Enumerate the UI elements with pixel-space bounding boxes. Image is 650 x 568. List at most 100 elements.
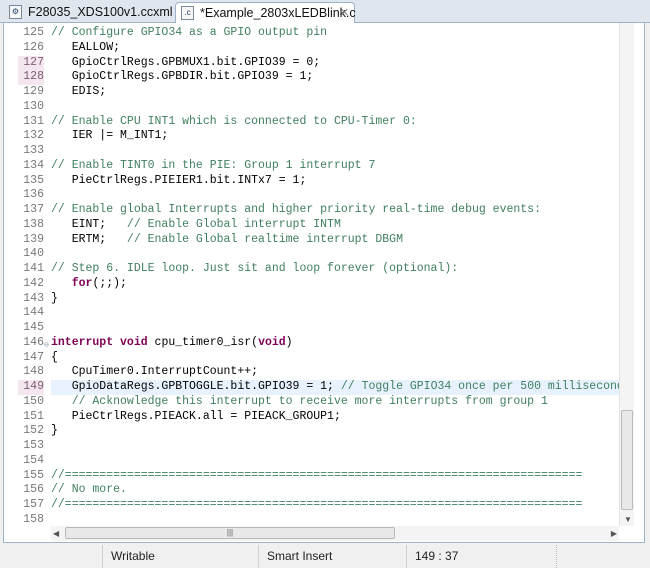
code-line[interactable]: 157 //===================================… <box>4 498 619 513</box>
vertical-scroll-thumb[interactable] <box>621 410 633 510</box>
code-line[interactable]: 150 // Acknowledge this interrupt to rec… <box>4 395 619 410</box>
line-text: GpioCtrlRegs.GPBDIR.bit.GPIO39 = 1; <box>51 70 314 85</box>
target-config-icon: ⚙ <box>9 5 22 19</box>
code-token: GpioDataRegs.GPBTOGGLE.bit.GPIO39 = 1; <box>51 380 341 393</box>
line-text: ERTM; // Enable Global realtime interrup… <box>51 233 403 248</box>
code-line[interactable]: 152} <box>4 424 619 439</box>
horizontal-scroll-thumb[interactable]: ||| <box>65 527 395 539</box>
comment: // Enable TINT0 in the PIE: Group 1 inte… <box>51 158 376 172</box>
code-line[interactable]: 133 <box>4 144 619 159</box>
line-number: 132 <box>23 129 44 143</box>
line-number: 147 <box>23 350 44 364</box>
code-line[interactable]: 141 // Step 6. IDLE loop. Just sit and lo… <box>4 262 619 277</box>
line-text: interrupt void cpu_timer0_isr(void) <box>51 336 293 351</box>
line-number: 158 <box>23 512 44 526</box>
keyword: for <box>71 276 93 290</box>
code-line[interactable]: 143} <box>4 292 619 307</box>
line-number: 154 <box>23 453 44 467</box>
code-line[interactable]: 145 <box>4 321 619 336</box>
line-text: } <box>51 292 58 307</box>
tab-ccxml[interactable]: ⚙ F28035_XDS100v1.ccxml <box>4 2 173 23</box>
line-text: PieCtrlRegs.PIEIER1.bit.INTx7 = 1; <box>51 174 307 189</box>
line-text: // Enable global Interrupts and higher p… <box>51 203 541 218</box>
code-line[interactable]: 126 EALLOW; <box>4 41 619 56</box>
line-number: 140 <box>23 247 44 261</box>
line-number: 152 <box>23 424 44 438</box>
comment: // No more. <box>51 483 127 497</box>
line-text: for(;;); <box>51 277 127 292</box>
line-text: EALLOW; <box>51 41 120 56</box>
code-line[interactable]: 158 <box>4 513 619 526</box>
code-line[interactable]: 139 ERTM; // Enable Global realtime inte… <box>4 233 619 248</box>
scroll-right-icon[interactable]: ▶ <box>611 529 617 538</box>
line-number: 141 <box>23 262 44 275</box>
code-line[interactable]: 140 <box>4 247 619 262</box>
code-line[interactable]: 151 PieCtrlRegs.PIEACK.all = PIEACK_GROU… <box>4 410 619 425</box>
comment: // Enable CPU INT1 which is connected to… <box>51 114 417 128</box>
code-line[interactable]: 132 IER |= M_INT1; <box>4 129 619 144</box>
code-line[interactable]: 155 //===================================… <box>4 469 619 484</box>
code-line[interactable]: 147 { <box>4 351 619 366</box>
status-insert-mode: Smart Insert <box>258 545 406 568</box>
code-token: ) <box>285 335 293 349</box>
line-number: 133 <box>23 144 44 157</box>
line-text: // Acknowledge this interrupt to receive… <box>51 395 548 410</box>
code-token: { <box>51 350 58 364</box>
code-token: } <box>51 424 58 438</box>
line-number: 151 <box>23 409 44 423</box>
line-number: 148 <box>23 365 44 379</box>
code-line[interactable]: 125 // Configure GPIO34 as a GPIO output … <box>4 26 619 41</box>
code-line[interactable]: 148 CpuTimer0.InterruptCount++; <box>4 365 619 380</box>
line-number: 153 <box>23 439 44 452</box>
comment: // Configure GPIO34 as a GPIO output pin <box>51 26 328 39</box>
code-line[interactable]: 134 // Enable TINT0 in the PIE: Group 1 i… <box>4 159 619 174</box>
line-text: PieCtrlRegs.PIEACK.all = PIEACK_GROUP1; <box>51 410 341 425</box>
tab-c-file[interactable]: .c *Example_2803xLEDBlink.c ✕ <box>175 2 356 23</box>
tab-label: *Example_2803xLEDBlink.c <box>200 6 356 20</box>
horizontal-scrollbar[interactable]: ◀ ||| ▶ <box>51 526 619 541</box>
scroll-down-icon[interactable]: ▼ <box>624 515 632 524</box>
line-number: 155 <box>23 468 44 482</box>
tab-label: F28035_XDS100v1.ccxml <box>28 5 173 19</box>
close-icon[interactable]: ✕ <box>340 3 349 23</box>
code-line[interactable]: 156 // No more. <box>4 483 619 498</box>
code-line[interactable]: 127 GpioCtrlRegs.GPBMUX1.bit.GPIO39 = 0; <box>4 55 619 71</box>
code-line[interactable]: 144 <box>4 306 619 321</box>
code-line[interactable]: 131 // Enable CPU INT1 which is connected… <box>4 115 619 130</box>
scroll-left-icon[interactable]: ◀ <box>53 529 59 538</box>
editor-tabs: ⚙ F28035_XDS100v1.ccxml .c *Example_2803xL… <box>0 0 650 23</box>
line-number: 142 <box>23 276 44 290</box>
code-token: GpioCtrlRegs.GPBDIR.bit.GPIO39 = 1; <box>51 70 314 84</box>
code-line[interactable]: 129 EDIS; <box>4 85 619 100</box>
code-line[interactable]: 153 <box>4 439 619 454</box>
comment: // Enable global Interrupts and higher p… <box>51 203 541 216</box>
code-line[interactable]: 136 <box>4 188 619 203</box>
code-token: EINT; <box>51 217 127 231</box>
code-line[interactable]: 149 GpioDataRegs.GPBTOGGLE.bit.GPIO39 = … <box>4 380 619 395</box>
line-number: 130 <box>23 99 44 113</box>
code-line[interactable]: 146 ⊖ interrupt void cpu_timer0_isr(void) <box>4 336 619 351</box>
code-line[interactable]: 154 <box>4 454 619 469</box>
code-editor[interactable]: 125 // Configure GPIO34 as a GPIO output … <box>3 23 645 543</box>
line-text: // Step 6. IDLE loop. Just sit and loop … <box>51 262 458 277</box>
line-text: // Enable CPU INT1 which is connected to… <box>51 115 417 130</box>
code-line[interactable]: 130 <box>4 100 619 115</box>
code-token: (;;); <box>92 276 127 290</box>
code-line[interactable]: 142 for(;;); <box>4 277 619 292</box>
code-line[interactable]: 135 PieCtrlRegs.PIEIER1.bit.INTx7 = 1; <box>4 174 619 189</box>
comment: // Acknowledge this interrupt to receive… <box>51 394 548 408</box>
code-line[interactable]: 128 GpioCtrlRegs.GPBDIR.bit.GPIO39 = 1; <box>4 70 619 86</box>
code-line[interactable]: 138 EINT; // Enable Global interrupt INT… <box>4 218 619 233</box>
comment: // Enable Global realtime interrupt DBGM <box>126 232 403 246</box>
line-text: // Configure GPIO34 as a GPIO output pin <box>51 26 327 41</box>
vertical-scrollbar[interactable]: ▼ <box>619 23 634 526</box>
code-area[interactable]: 125 // Configure GPIO34 as a GPIO output … <box>4 26 619 526</box>
line-number: 128 <box>18 70 44 86</box>
line-text: GpioDataRegs.GPBTOGGLE.bit.GPIO39 = 1; /… <box>51 380 619 395</box>
line-number: 145 <box>23 321 44 334</box>
code-line[interactable]: 137 // Enable global Interrupts and highe… <box>4 203 619 218</box>
line-text: { <box>51 351 58 366</box>
comment: //======================================… <box>51 498 583 511</box>
status-extra <box>556 545 650 568</box>
